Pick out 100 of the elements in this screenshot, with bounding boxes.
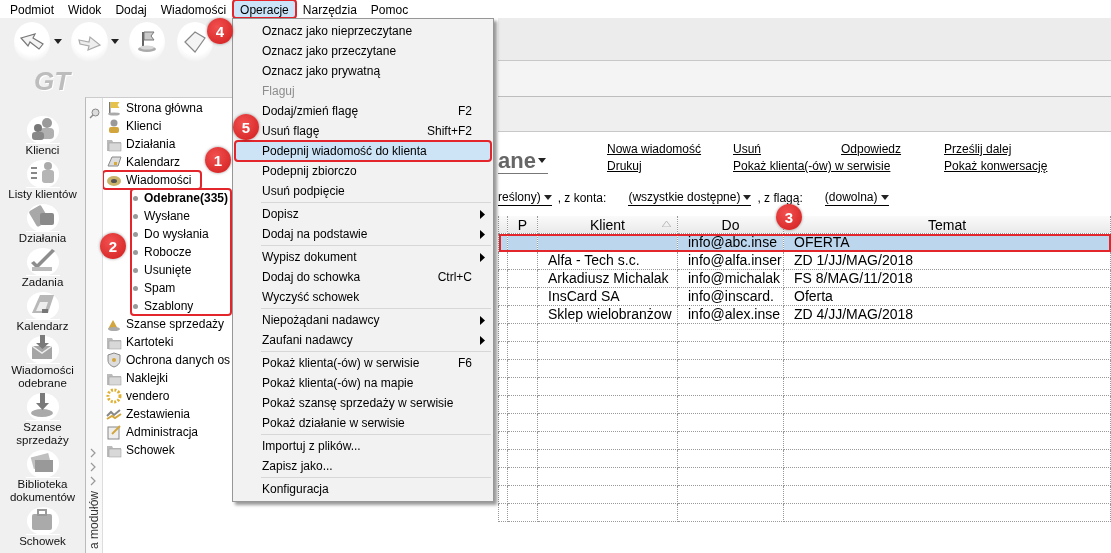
tree-item[interactable]: Szablony bbox=[133, 297, 231, 315]
menu-item[interactable]: Dodaj do schowka Ctrl+C bbox=[261, 267, 491, 287]
caret-icon bbox=[543, 195, 552, 200]
menu-item[interactable]: Pokaż klienta(-ów) w serwisie F6 bbox=[261, 353, 491, 373]
tree-item[interactable]: Spam bbox=[133, 279, 231, 297]
action-link[interactable]: Prześlij dalej bbox=[944, 141, 1012, 158]
table-cell: ZD 1/JJ/MAG/2018 bbox=[783, 251, 1111, 270]
folder-title[interactable]: ane bbox=[498, 148, 548, 174]
menu-item[interactable]: Oznacz jako nieprzeczytane bbox=[261, 21, 491, 41]
menu-bar-item[interactable]: Widok bbox=[61, 0, 109, 18]
menu-item[interactable]: Dodaj/zmień flagę F2 bbox=[261, 101, 491, 121]
cards-icon bbox=[25, 201, 60, 232]
flag-button[interactable] bbox=[128, 21, 166, 62]
menu-bar-item[interactable]: Wiadomości bbox=[153, 0, 234, 18]
menu-bar-item[interactable]: Dodaj bbox=[108, 0, 154, 18]
action-link[interactable]: Odpowiedz bbox=[841, 141, 902, 158]
menu-bar-item[interactable]: Operacje bbox=[233, 0, 296, 18]
menu-item[interactable]: Pokaż klienta(-ów) na mapie bbox=[261, 373, 491, 393]
table-cell: Oferta bbox=[783, 287, 1111, 306]
table-cell: ZD 4/JJ/MAG/2018 bbox=[783, 305, 1111, 324]
module-button[interactable]: Szanse sprzedaży bbox=[0, 390, 85, 447]
caret-icon bbox=[53, 39, 62, 44]
table-row[interactable]: info@abc.inse OFERTA bbox=[498, 233, 1111, 252]
menu-item[interactable]: Konfiguracja bbox=[261, 479, 491, 499]
tree-item[interactable]: Wiadomości bbox=[103, 171, 202, 189]
module-button[interactable]: Wiadomości odebrane bbox=[0, 333, 85, 390]
menu-item[interactable]: Pokaż działanie w serwisie bbox=[261, 413, 491, 433]
tree-item[interactable]: Klienci bbox=[103, 117, 172, 135]
tree-item[interactable]: Odebrane(335) bbox=[133, 189, 231, 207]
bullet-icon bbox=[133, 249, 138, 255]
menu-bar-item[interactable]: Pomoc bbox=[363, 0, 416, 18]
tree-item[interactable]: Wysłane bbox=[133, 207, 231, 225]
module-button[interactable]: Biblioteka dokumentów bbox=[0, 447, 85, 504]
action-link[interactable]: Pokaż konwersację bbox=[944, 158, 1048, 175]
module-button[interactable]: Kalendarz bbox=[0, 289, 85, 333]
tree-item[interactable]: Szanse sprzedaży bbox=[103, 315, 233, 333]
tree-item[interactable]: Kartoteki bbox=[103, 333, 184, 351]
menu-item[interactable]: Niepożądani nadawcy bbox=[261, 310, 491, 330]
menu-item[interactable]: Podepnij zbiorczo bbox=[261, 161, 491, 181]
menu-item[interactable]: Zapisz jako... bbox=[261, 456, 491, 476]
column-header[interactable]: Do bbox=[677, 216, 784, 234]
filter-dropdown[interactable]: reślony) bbox=[498, 190, 552, 206]
bullet-icon bbox=[133, 231, 138, 237]
tree-item[interactable]: Zestawienia bbox=[103, 405, 201, 423]
tree-item[interactable]: Naklejki bbox=[103, 369, 178, 387]
tree-item[interactable]: Schowek bbox=[103, 441, 185, 459]
menu-bar-item[interactable]: Podmiot bbox=[3, 0, 62, 18]
tree-item[interactable]: vendero bbox=[103, 387, 180, 405]
checkmark-icon bbox=[25, 245, 60, 276]
tree-item[interactable]: Strona główna bbox=[103, 99, 213, 117]
tree-item[interactable]: Do wysłania bbox=[133, 225, 231, 243]
table-row[interactable]: Sklep wielobranżow info@alex.inse ZD 4/JJ/MAG/2018 bbox=[498, 305, 1111, 324]
tree-item[interactable]: Administracja bbox=[103, 423, 209, 441]
module-button[interactable]: Listy klientów bbox=[0, 157, 85, 201]
action-link[interactable]: Nowa wiadomość bbox=[607, 141, 702, 158]
module-button[interactable]: Zadania bbox=[0, 245, 85, 289]
menu-item[interactable]: Zaufani nadawcy bbox=[261, 330, 491, 350]
menu-item[interactable]: Wypisz dokument bbox=[261, 247, 491, 267]
caret-icon bbox=[111, 39, 120, 44]
forward-button[interactable] bbox=[71, 21, 108, 62]
menu-item[interactable]: Dodaj na podstawie bbox=[261, 224, 491, 244]
tree-item[interactable]: Kalendarz bbox=[103, 153, 191, 171]
filter-dropdown[interactable]: (dowolna) bbox=[824, 190, 889, 206]
table-cell: info@alfa.inser bbox=[677, 251, 784, 270]
menu-item[interactable]: Usuń podpięcie bbox=[261, 181, 491, 201]
filter-dropdown[interactable]: (wszystkie dostępne) bbox=[628, 190, 752, 206]
download-icon bbox=[25, 390, 60, 421]
column-header[interactable]: Klient bbox=[537, 216, 678, 234]
action-link[interactable]: Drukuj bbox=[607, 158, 642, 175]
menu-item[interactable]: Podepnij wiadomość do klienta bbox=[235, 141, 491, 161]
menu-item[interactable]: Pokaż szansę sprzedaży w serwisie bbox=[261, 393, 491, 413]
menu-item[interactable]: Dopisz bbox=[261, 204, 491, 224]
gear-icon bbox=[106, 388, 122, 404]
menu-item[interactable]: Wyczyść schowek bbox=[261, 287, 491, 307]
table-row[interactable]: InsCard SA info@inscard. Oferta bbox=[498, 287, 1111, 306]
panel-label: a modułów bbox=[87, 490, 101, 549]
table-row[interactable]: Arkadiusz Michalak info@michalak FS 8/MAG/11/2018 bbox=[498, 269, 1111, 288]
module-button[interactable]: Klienci bbox=[0, 113, 85, 157]
menu-bar-item[interactable]: Narzędzia bbox=[295, 0, 364, 18]
table-cell: InsCard SA bbox=[537, 287, 678, 306]
action-link[interactable]: Pokaż klienta(-ów) w serwisie bbox=[733, 158, 891, 175]
tree-item[interactable]: Robocze bbox=[133, 243, 231, 261]
menu-item[interactable]: Oznacz jako prywatną bbox=[261, 61, 491, 81]
menu-item[interactable]: Importuj z plików... bbox=[261, 436, 491, 456]
menu-item[interactable]: Usuń flagę Shift+F2 bbox=[261, 121, 491, 141]
table-cell: Arkadiusz Michalak bbox=[537, 269, 678, 288]
action-link[interactable]: Usuń bbox=[733, 141, 761, 158]
menu-item[interactable]: Oznacz jako przeczytane bbox=[261, 41, 491, 61]
calendar-icon bbox=[106, 154, 122, 170]
tag-button[interactable] bbox=[176, 21, 214, 62]
tree-item[interactable]: Działania bbox=[103, 135, 186, 153]
column-header[interactable]: P bbox=[507, 216, 538, 234]
caret-icon bbox=[743, 195, 752, 200]
module-button[interactable]: Działania bbox=[0, 201, 85, 245]
module-button[interactable]: Schowek bbox=[0, 504, 85, 548]
tree-item[interactable]: Usunięte bbox=[133, 261, 231, 279]
tree-item[interactable]: Ochrona danych os bbox=[103, 351, 233, 369]
reply-button[interactable] bbox=[14, 21, 51, 62]
table-row[interactable]: Alfa - Tech s.c. info@alfa.inser ZD 1/JJ/MAG/2018 bbox=[498, 251, 1111, 270]
bullet-icon bbox=[133, 195, 138, 201]
